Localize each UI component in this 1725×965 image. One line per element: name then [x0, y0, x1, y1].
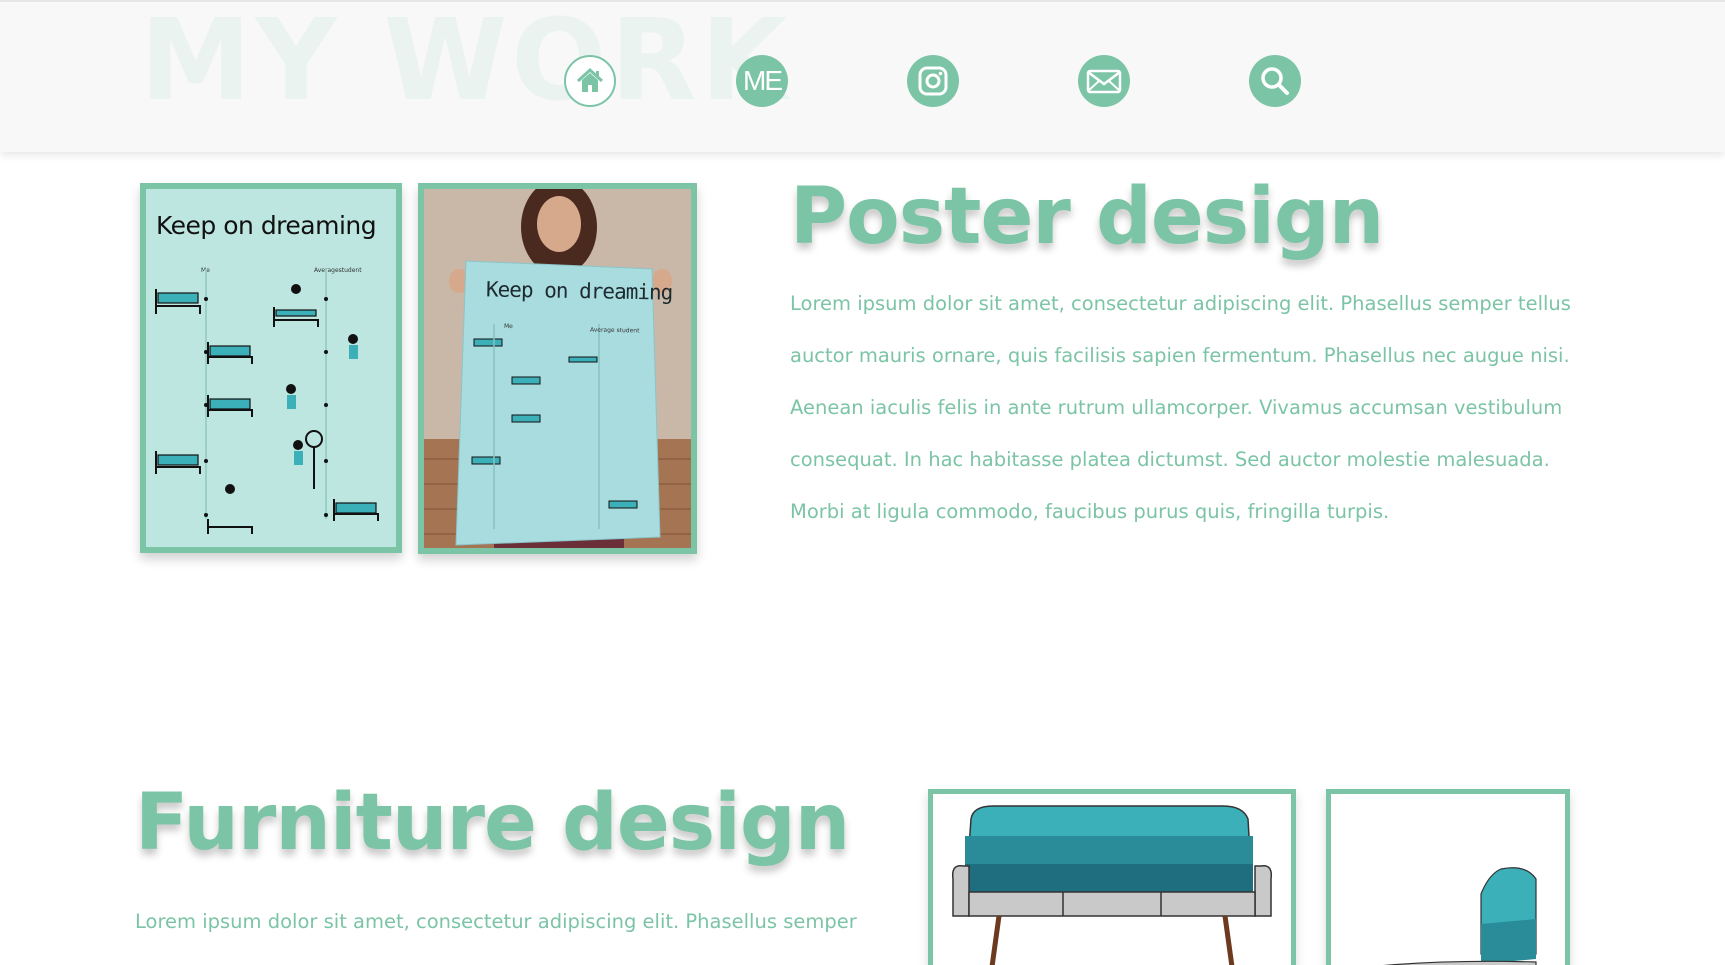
nav-search-button[interactable]	[1249, 55, 1301, 107]
nav-me-button[interactable]: ME	[736, 55, 788, 107]
poster-photo-scene	[424, 189, 691, 548]
poster-illustration	[155, 269, 379, 534]
poster-photo[interactable]: Keep on dreaming Me Average student	[418, 183, 697, 554]
search-icon	[1258, 64, 1292, 98]
chair-image[interactable]	[1326, 789, 1570, 965]
furniture-heading: Furniture design	[135, 778, 850, 868]
held-poster-column-left: Me	[503, 322, 513, 331]
nav-instagram-button[interactable]	[907, 55, 959, 107]
sofa-illustration	[951, 805, 1273, 965]
nav-home-button[interactable]	[564, 55, 616, 107]
home-icon	[572, 63, 608, 99]
mail-icon	[1085, 66, 1123, 96]
site-header: MY WORK ME	[0, 0, 1725, 152]
held-poster-column-right: Average student	[589, 326, 640, 335]
poster-heading: Poster design	[790, 172, 1384, 262]
furniture-description: Lorem ipsum dolor sit amet, consectetur …	[135, 910, 857, 933]
poster-description: Lorem ipsum dolor sit amet, consectetur …	[790, 292, 1571, 523]
poster-image[interactable]: Keep on dreaming Me Averagestudent	[140, 183, 402, 553]
instagram-icon	[916, 64, 950, 98]
header-background-title: MY WORK	[140, 0, 792, 126]
nav-me-label: ME	[743, 65, 783, 96]
held-poster-title: Keep on dreaming	[485, 277, 673, 305]
chair-illustration	[1383, 867, 1537, 965]
sofa-image[interactable]	[928, 789, 1296, 965]
nav-mail-button[interactable]	[1078, 55, 1130, 107]
